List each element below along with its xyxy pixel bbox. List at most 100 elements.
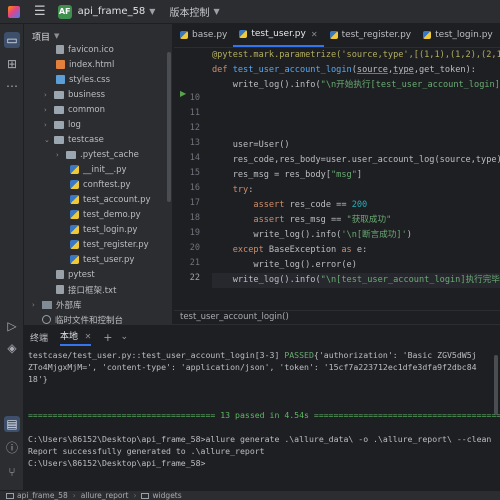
- tree-item-label: __init__.py: [83, 164, 127, 175]
- folder-icon: [141, 492, 150, 499]
- git-icon[interactable]: ⑂: [4, 464, 20, 480]
- tree-item[interactable]: › log: [44, 117, 81, 132]
- editor-tabs: base.py test_user.py ✕ test_register.py …: [174, 24, 500, 48]
- chevron-down-icon[interactable]: ⌄: [121, 332, 129, 342]
- status-breadcrumb-item[interactable]: api_frame_58: [17, 491, 68, 500]
- chevron-down-icon[interactable]: ▼: [54, 32, 59, 40]
- folder-icon[interactable]: ▭: [4, 32, 20, 48]
- breadcrumb[interactable]: test_user_account_login(): [174, 310, 500, 324]
- code-line: except BaseException as e:: [212, 245, 368, 255]
- tree-item-label: 接口框架.txt: [68, 285, 117, 296]
- line-number: 18: [189, 213, 200, 223]
- run-test-icon[interactable]: ▶: [180, 89, 186, 98]
- code-line: res_msg = res_body["msg"]: [212, 170, 363, 180]
- css-file-icon: [56, 75, 65, 84]
- tree-item-label: index.html: [69, 59, 115, 70]
- python-file-icon: [70, 195, 79, 204]
- tab-test-register-py[interactable]: test_register.py: [324, 24, 418, 47]
- tree-item-label: log: [68, 119, 81, 130]
- python-file-icon: [239, 30, 248, 38]
- tree-item[interactable]: favicon.ico: [56, 42, 114, 57]
- status-breadcrumb-item[interactable]: allure_report: [81, 491, 129, 500]
- chevron-down-icon[interactable]: ▼: [213, 7, 219, 16]
- line-number: 13: [189, 138, 200, 148]
- code-line: write_log().info("\n开始执行[test_user_accou…: [212, 80, 500, 90]
- tree-item-label: testcase: [68, 134, 104, 145]
- tree-item[interactable]: › common: [44, 102, 105, 117]
- layers-icon[interactable]: ◈: [4, 340, 20, 356]
- terminal-tabs: 终端 本地 ✕ + ⌄: [24, 325, 500, 349]
- status-breadcrumb-item[interactable]: widgets: [152, 491, 181, 500]
- tree-item[interactable]: › business: [44, 87, 105, 102]
- chevron-right-icon[interactable]: ›: [56, 151, 66, 159]
- tree-item[interactable]: 接口框架.txt: [56, 282, 116, 297]
- line-number: 16: [189, 183, 200, 193]
- python-file-icon: [70, 165, 79, 174]
- tree-item[interactable]: index.html: [56, 57, 114, 72]
- code-line: try:: [212, 185, 254, 195]
- python-file-icon: [70, 210, 79, 219]
- chevron-down-icon[interactable]: ▼: [149, 7, 155, 16]
- tree-item[interactable]: test_demo.py: [70, 207, 141, 222]
- tree-item[interactable]: › 外部库: [32, 297, 82, 312]
- vcs-menu[interactable]: 版本控制: [169, 4, 209, 19]
- tree-item-label: 外部库: [56, 300, 82, 311]
- project-selector[interactable]: api_frame_58: [78, 6, 146, 17]
- tree-item[interactable]: test_register.py: [70, 237, 149, 252]
- terminal-output[interactable]: testcase/test_user.py::test_user_account…: [28, 349, 500, 469]
- terminal-line: 18'}: [28, 374, 48, 384]
- hamburger-menu-icon[interactable]: ☰: [34, 4, 46, 19]
- folder-icon: [6, 492, 14, 499]
- terminal-scrollbar[interactable]: [494, 355, 498, 415]
- tree-item-label: .pytest_cache: [80, 149, 139, 160]
- run-icon[interactable]: ▷: [4, 318, 20, 334]
- tree-item[interactable]: pytest: [56, 267, 95, 282]
- tab-label: 本地: [60, 331, 79, 342]
- tree-item[interactable]: ⌄ testcase: [44, 132, 104, 147]
- project-badge[interactable]: AF: [57, 4, 72, 19]
- terminal-line: ZTo4MjgxMjM=', 'content-type': 'applicat…: [28, 362, 477, 372]
- terminal-icon[interactable]: ▤: [4, 416, 20, 432]
- chevron-right-icon[interactable]: ›: [44, 121, 54, 129]
- file-icon: [56, 45, 64, 54]
- plugins-icon[interactable]: ⊞: [4, 56, 20, 72]
- tree-item[interactable]: __init__.py: [70, 162, 127, 177]
- tab-base-py[interactable]: base.py: [174, 24, 233, 47]
- title-bar: ☰ AF api_frame_58 ▼ 版本控制 ▼: [0, 0, 500, 24]
- folder-icon: [54, 90, 64, 99]
- left-tool-strip: ▭ ⊞ ⋯ ▷ ◈ ▤ ⓘ ⑂: [0, 24, 24, 490]
- problems-icon[interactable]: ⓘ: [4, 440, 20, 456]
- code-line: write_log().error(e): [212, 260, 357, 270]
- tree-item-label: 临时文件和控制台: [55, 315, 124, 325]
- chevron-right-icon[interactable]: ›: [44, 91, 54, 99]
- close-icon[interactable]: ✕: [311, 30, 318, 39]
- project-scrollbar[interactable]: [167, 52, 171, 202]
- terminal-line: testcase/test_user.py::test_user_account…: [28, 350, 477, 360]
- chevron-down-icon[interactable]: ⌄: [44, 136, 54, 144]
- tree-item-label: test_user.py: [83, 254, 135, 265]
- code-area[interactable]: @pytest.mark.parametrize('source,type',[…: [212, 48, 500, 310]
- tab-test-login-py[interactable]: test_login.py: [417, 24, 499, 47]
- tree-item[interactable]: test_login.py: [70, 222, 137, 237]
- more-icon[interactable]: ⋯: [4, 78, 20, 94]
- tree-item-selected[interactable]: test_user.py: [70, 252, 134, 267]
- tab-local[interactable]: 本地 ✕: [60, 329, 92, 346]
- chevron-right-icon[interactable]: ›: [32, 301, 42, 309]
- line-number: 11: [189, 108, 200, 118]
- tab-test-user-py[interactable]: test_user.py ✕: [233, 24, 324, 47]
- tree-item-label: pytest: [68, 269, 95, 280]
- tree-item[interactable]: styles.css: [56, 72, 110, 87]
- code-line: write_log().info('\n[断言成功]'): [212, 230, 412, 240]
- close-icon[interactable]: ✕: [82, 332, 92, 341]
- folder-icon: [66, 150, 76, 159]
- tree-item[interactable]: 临时文件和控制台: [42, 312, 123, 324]
- tree-item[interactable]: conftest.py: [70, 177, 131, 192]
- add-terminal-icon[interactable]: +: [103, 331, 112, 344]
- tree-item[interactable]: › .pytest_cache: [56, 147, 139, 162]
- python-file-icon: [70, 180, 79, 189]
- tree-item[interactable]: test_account.py: [70, 192, 151, 207]
- project-panel: 项目 ▼ favicon.ico index.html styles.css ›…: [24, 24, 173, 324]
- chevron-right-icon[interactable]: ›: [44, 106, 54, 114]
